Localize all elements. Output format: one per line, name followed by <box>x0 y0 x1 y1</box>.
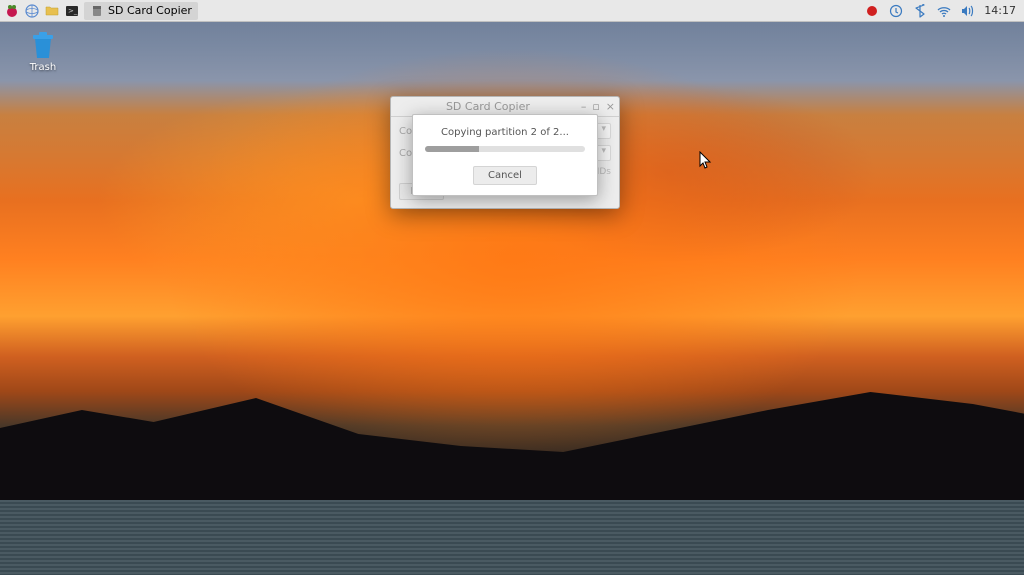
taskbar-left: >_ SD Card Copier <box>0 2 198 20</box>
taskbar-app-label: SD Card Copier <box>108 4 192 17</box>
window-maximize-button[interactable]: ▫ <box>592 101 599 112</box>
taskbar-right: 14:17 <box>864 3 1024 19</box>
taskbar-app-button[interactable]: SD Card Copier <box>84 2 198 20</box>
updates-icon[interactable] <box>888 3 904 19</box>
progress-dialog: Copying partition 2 of 2... Cancel <box>412 114 598 196</box>
record-icon[interactable] <box>864 3 880 19</box>
sd-card-icon <box>90 4 104 18</box>
desktop-trash[interactable]: Trash <box>18 30 68 73</box>
window-title: SD Card Copier <box>395 100 581 113</box>
cancel-button[interactable]: Cancel <box>473 166 537 185</box>
desktop-trash-label: Trash <box>30 62 56 73</box>
svg-text:>_: >_ <box>68 7 78 15</box>
taskbar: >_ SD Card Copier 14:17 <box>0 0 1024 22</box>
volume-icon[interactable] <box>960 3 976 19</box>
wifi-icon[interactable] <box>936 3 952 19</box>
progress-status-text: Copying partition 2 of 2... <box>425 127 585 138</box>
window-minimize-button[interactable]: – <box>581 101 587 112</box>
progress-fill <box>425 146 479 152</box>
taskbar-clock[interactable]: 14:17 <box>984 4 1016 17</box>
window-close-button[interactable]: × <box>606 101 615 112</box>
progress-bar <box>425 146 585 152</box>
trash-icon <box>29 30 57 60</box>
bluetooth-icon[interactable] <box>912 3 928 19</box>
wallpaper-water <box>0 500 1024 575</box>
raspberry-menu-icon[interactable] <box>4 3 20 19</box>
web-browser-icon[interactable] <box>24 3 40 19</box>
terminal-icon[interactable]: >_ <box>64 3 80 19</box>
file-manager-icon[interactable] <box>44 3 60 19</box>
